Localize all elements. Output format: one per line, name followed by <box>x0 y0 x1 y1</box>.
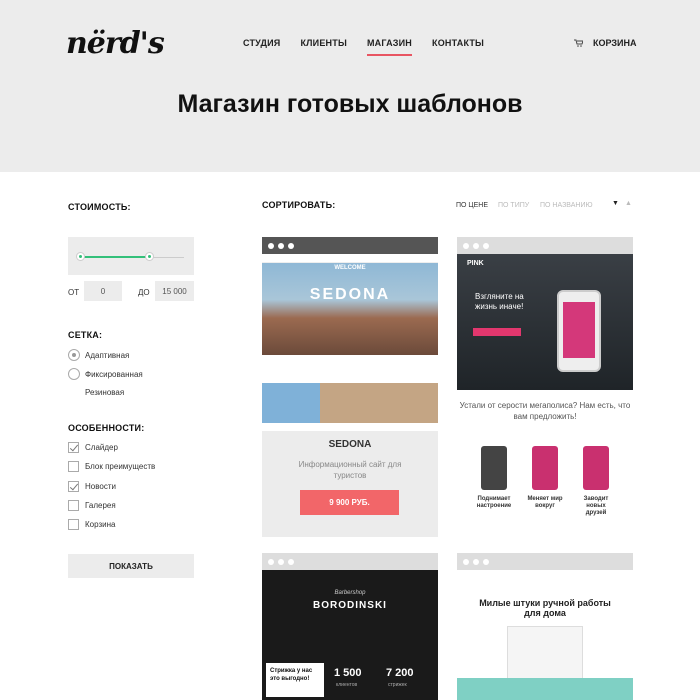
feature-label: Блок преимуществ <box>85 462 156 471</box>
price-range-slider[interactable] <box>68 237 194 275</box>
page-title: Магазин готовых шаблонов <box>177 90 523 118</box>
features-heading: ОСОБЕННОСТИ: <box>68 423 145 433</box>
page: nërd's СТУДИЯ КЛИЕНТЫ МАГАЗИН КОНТАКТЫ К… <box>0 0 700 700</box>
product-card-sedona[interactable]: WELCOME SEDONA SEDONA Информационный сай… <box>262 237 438 537</box>
preview-question: Устали от серости мегаполиса? Нам есть, … <box>459 401 631 421</box>
nav-shop[interactable]: МАГАЗИН <box>366 38 413 56</box>
preview-stat-label: клиентов <box>336 682 358 688</box>
grid-option-label: Адаптивная <box>85 350 130 360</box>
checkbox-icon <box>68 481 79 492</box>
browser-chrome <box>457 237 633 254</box>
card-title: SEDONA <box>328 439 372 450</box>
checkbox-icon <box>68 500 79 511</box>
nav-contacts[interactable]: КОНТАКТЫ <box>432 38 484 48</box>
price-button[interactable]: 9 900 РУБ. <box>300 490 399 515</box>
preview-stat-label: стрижек <box>388 682 407 688</box>
template-preview: Милые штуки ручной работы для дома <box>457 570 633 700</box>
browser-chrome <box>262 237 438 254</box>
preview-name: BORODINSKI <box>313 600 387 611</box>
checkbox-icon <box>68 461 79 472</box>
checkbox-icon <box>68 519 79 530</box>
grid-option-label: Фиксированная <box>85 369 143 379</box>
header-hero: nërd's СТУДИЯ КЛИЕНТЫ МАГАЗИН КОНТАКТЫ К… <box>0 0 700 172</box>
from-label: ОТ <box>68 288 80 297</box>
grid-option-label: Резиновая <box>85 388 125 397</box>
product-card-borodinski[interactable]: Barbershop BORODINSKI Стрижка у нас это … <box>262 553 438 700</box>
radio-icon <box>68 368 80 380</box>
nav-studio[interactable]: СТУДИЯ <box>243 38 280 48</box>
sort-by-name[interactable]: ПО НАЗВАНИЮ <box>540 202 593 209</box>
sort-by-type[interactable]: ПО ТИПУ <box>498 202 529 209</box>
feature-label: Слайдер <box>85 443 118 452</box>
preview-logo: PINK <box>467 260 484 267</box>
grid-option-adaptive[interactable]: Адаптивная <box>68 349 129 361</box>
feature-gallery[interactable]: Галерея <box>68 500 116 511</box>
product-card-handmade[interactable]: Милые штуки ручной работы для дома <box>457 553 633 700</box>
to-label: ДО <box>138 288 150 297</box>
price-from-input[interactable] <box>84 281 122 301</box>
preview-feature: Заводит новых друзей <box>583 496 609 516</box>
browser-chrome <box>457 553 633 570</box>
grid-option-fixed[interactable]: Фиксированная <box>68 368 143 380</box>
preview-stat: 1 500 <box>334 667 362 679</box>
preview-welcome: WELCOME <box>334 265 366 271</box>
feature-cart[interactable]: Корзина <box>68 519 115 530</box>
template-preview: PINK Взгляните на жизнь иначе! Устали от… <box>457 254 633 537</box>
logo[interactable]: nërd's <box>66 26 165 61</box>
sort-asc-icon[interactable]: ▲ <box>625 200 632 207</box>
preview-headline: Милые штуки ручной работы для дома <box>479 598 611 618</box>
product-card-pink[interactable]: PINK Взгляните на жизнь иначе! Устали от… <box>457 237 633 537</box>
browser-chrome <box>262 553 438 570</box>
preview-feature: Меняет мир вокруг <box>527 496 563 509</box>
nav-clients[interactable]: КЛИЕНТЫ <box>300 38 347 48</box>
grid-heading: СЕТКА: <box>68 330 103 340</box>
preview-promo: Стрижка у нас это выгодно! <box>266 663 324 697</box>
price-to-input[interactable] <box>155 281 194 301</box>
card-description: Информационный сайт для туристов <box>298 460 402 480</box>
checkbox-icon <box>68 442 79 453</box>
feature-news[interactable]: Новости <box>68 481 116 492</box>
preview-headline: Взгляните на жизнь иначе! <box>475 292 524 311</box>
main-nav: СТУДИЯ КЛИЕНТЫ МАГАЗИН КОНТАКТЫ <box>243 38 504 56</box>
feature-label: Корзина <box>85 520 116 529</box>
range-min-knob[interactable] <box>76 252 85 261</box>
preview-stat: 7 200 <box>386 667 414 679</box>
template-preview: Barbershop BORODINSKI Стрижка у нас это … <box>262 570 438 700</box>
price-heading: СТОИМОСТЬ: <box>68 202 131 212</box>
phone-mockup <box>557 290 601 372</box>
sort-desc-icon[interactable]: ▼ <box>612 200 619 207</box>
cart-link[interactable]: КОРЗИНА <box>574 38 636 48</box>
show-button[interactable]: ПОКАЗАТЬ <box>68 554 194 578</box>
range-fill <box>80 256 150 258</box>
preview-name: SEDONA <box>309 286 391 303</box>
feature-label: Новости <box>85 482 116 491</box>
cart-label: КОРЗИНА <box>593 38 637 48</box>
sort-by-price[interactable]: ПО ЦЕНЕ <box>456 202 488 209</box>
preview-subtitle: Barbershop <box>334 590 366 596</box>
grid-option-fluid[interactable]: Резиновая <box>85 388 124 397</box>
sort-heading: СОРТИРОВАТЬ: <box>262 200 336 210</box>
preview-feature: Поднимает настроение <box>476 496 512 509</box>
range-max-knob[interactable] <box>145 252 154 261</box>
feature-benefits[interactable]: Блок преимуществ <box>68 461 155 472</box>
template-preview: WELCOME SEDONA <box>262 254 438 431</box>
feature-label: Галерея <box>85 501 116 510</box>
cart-icon <box>574 39 583 47</box>
feature-slider[interactable]: Слайдер <box>68 442 118 453</box>
radio-icon <box>68 349 80 361</box>
